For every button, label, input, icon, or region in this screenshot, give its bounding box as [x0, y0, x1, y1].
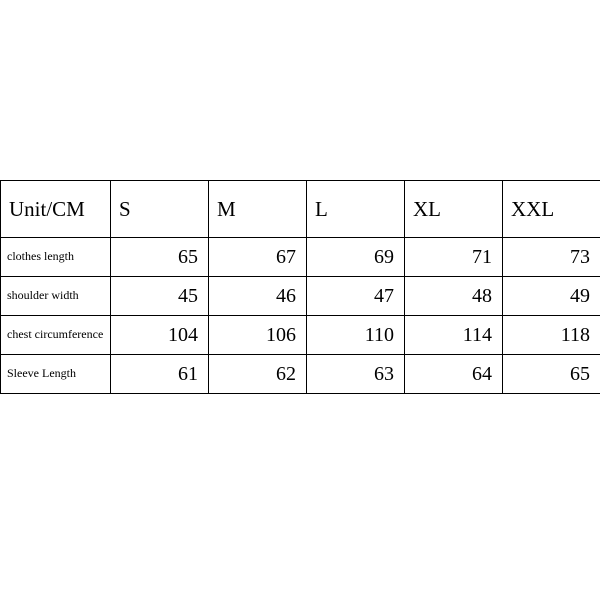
size-chart: Unit/CM S M L XL XXL clothes length 65 6…	[0, 180, 600, 394]
cell: 63	[307, 355, 405, 394]
row-label: shoulder width	[1, 277, 111, 316]
cell: 61	[111, 355, 209, 394]
size-table: Unit/CM S M L XL XXL clothes length 65 6…	[0, 180, 600, 394]
cell: 67	[209, 238, 307, 277]
table-row: chest circumference 104 106 110 114 118	[1, 316, 600, 355]
row-label: clothes length	[1, 238, 111, 277]
header-size-m: M	[209, 181, 307, 238]
cell: 65	[111, 238, 209, 277]
cell: 73	[503, 238, 600, 277]
header-unit: Unit/CM	[1, 181, 111, 238]
cell: 69	[307, 238, 405, 277]
row-label: chest circumference	[1, 316, 111, 355]
cell: 104	[111, 316, 209, 355]
cell: 45	[111, 277, 209, 316]
header-size-l: L	[307, 181, 405, 238]
cell: 48	[405, 277, 503, 316]
header-size-s: S	[111, 181, 209, 238]
header-size-xxl: XXL	[503, 181, 600, 238]
cell: 64	[405, 355, 503, 394]
cell: 49	[503, 277, 600, 316]
header-row: Unit/CM S M L XL XXL	[1, 181, 600, 238]
cell: 114	[405, 316, 503, 355]
cell: 106	[209, 316, 307, 355]
row-label: Sleeve Length	[1, 355, 111, 394]
cell: 65	[503, 355, 600, 394]
table-row: Sleeve Length 61 62 63 64 65	[1, 355, 600, 394]
header-size-xl: XL	[405, 181, 503, 238]
cell: 110	[307, 316, 405, 355]
cell: 46	[209, 277, 307, 316]
cell: 71	[405, 238, 503, 277]
table-row: clothes length 65 67 69 71 73	[1, 238, 600, 277]
cell: 118	[503, 316, 600, 355]
table-row: shoulder width 45 46 47 48 49	[1, 277, 600, 316]
cell: 62	[209, 355, 307, 394]
cell: 47	[307, 277, 405, 316]
